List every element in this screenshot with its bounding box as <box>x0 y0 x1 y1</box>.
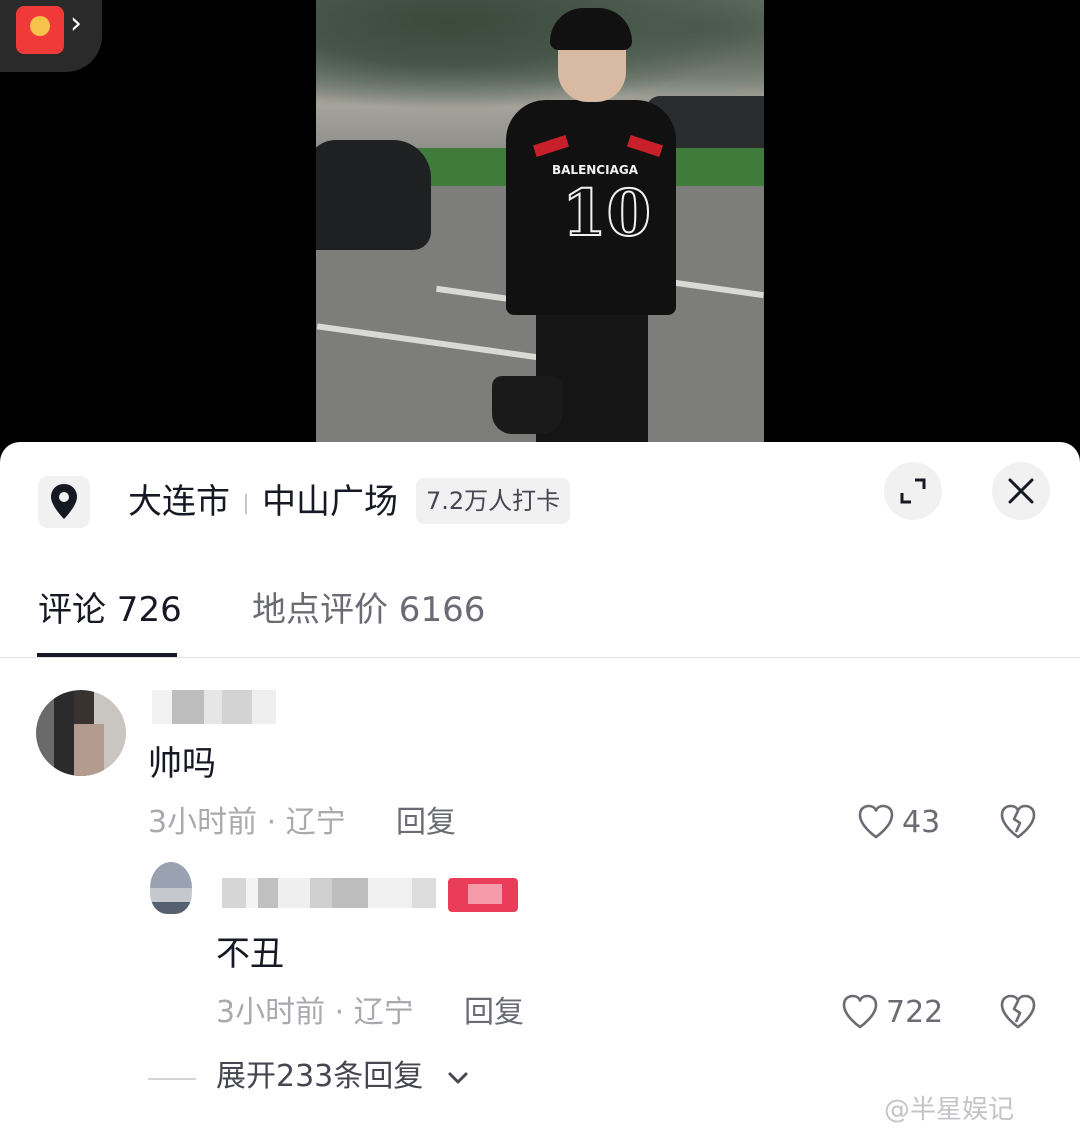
watermark: @半星娱记 <box>884 1095 1015 1125</box>
username-blurred[interactable] <box>152 690 276 724</box>
like-count: 722 <box>886 995 944 1030</box>
username-blurred[interactable] <box>222 878 436 908</box>
video-jersey-brand: BALENCIAGA <box>551 163 638 177</box>
expand-button[interactable] <box>884 462 942 520</box>
expand-replies-line <box>148 1078 196 1080</box>
chevron-down-icon[interactable] <box>446 1066 470 1090</box>
close-button[interactable] <box>992 462 1050 520</box>
location-place[interactable]: 中山广场 <box>262 478 398 526</box>
video-player[interactable]: BALENCIAGA 10 › <box>0 0 1080 470</box>
video-person: BALENCIAGA 10 <box>492 8 676 442</box>
checkin-badge: 7.2万人打卡 <box>416 478 571 524</box>
expand-icon <box>900 478 926 504</box>
reply-meta: 3小时前 · 辽宁 <box>216 995 414 1030</box>
location-city[interactable]: 大连市 <box>128 478 230 526</box>
red-packet-coin <box>30 16 50 36</box>
tab-place-reviews[interactable]: 地点评价 6166 <box>252 586 485 634</box>
heart-icon[interactable] <box>840 992 880 1032</box>
reply-text: 不丑 <box>216 934 284 974</box>
video-car-left <box>316 140 431 250</box>
location-separator <box>245 494 247 514</box>
reply-button[interactable]: 回复 <box>396 802 456 844</box>
tab-divider <box>0 657 1080 658</box>
avatar[interactable] <box>36 690 126 776</box>
author-badge-blurred <box>448 878 518 912</box>
video-person-hair <box>550 8 632 50</box>
reply-button[interactable]: 回复 <box>464 992 524 1034</box>
red-packet-button[interactable]: › <box>0 0 102 72</box>
broken-heart-icon[interactable] <box>998 802 1038 842</box>
avatar[interactable] <box>150 862 192 914</box>
video-frame[interactable]: BALENCIAGA 10 <box>316 0 764 442</box>
heart-icon[interactable] <box>856 802 896 842</box>
video-jersey-number: 10 <box>561 175 652 252</box>
expand-replies-button[interactable]: 展开233条回复 <box>216 1056 423 1098</box>
comment-text: 帅吗 <box>148 744 216 784</box>
broken-heart-icon[interactable] <box>998 992 1038 1032</box>
comments-sheet: 大连市 中山广场 7.2万人打卡 评论 726 地点评价 6166 帅吗 3小时… <box>0 442 1080 1136</box>
close-icon <box>1008 478 1034 504</box>
video-person-bag <box>492 376 562 434</box>
tab-comments[interactable]: 评论 726 <box>38 586 182 634</box>
like-count: 43 <box>902 805 941 840</box>
comment-meta: 3小时前 · 辽宁 <box>148 805 346 840</box>
location-pin-icon[interactable] <box>38 476 90 528</box>
app-screen: BALENCIAGA 10 › 大连市 中山广场 7.2万人打卡 评论 726 … <box>0 0 1080 1136</box>
chevron-right-icon: › <box>70 6 82 41</box>
